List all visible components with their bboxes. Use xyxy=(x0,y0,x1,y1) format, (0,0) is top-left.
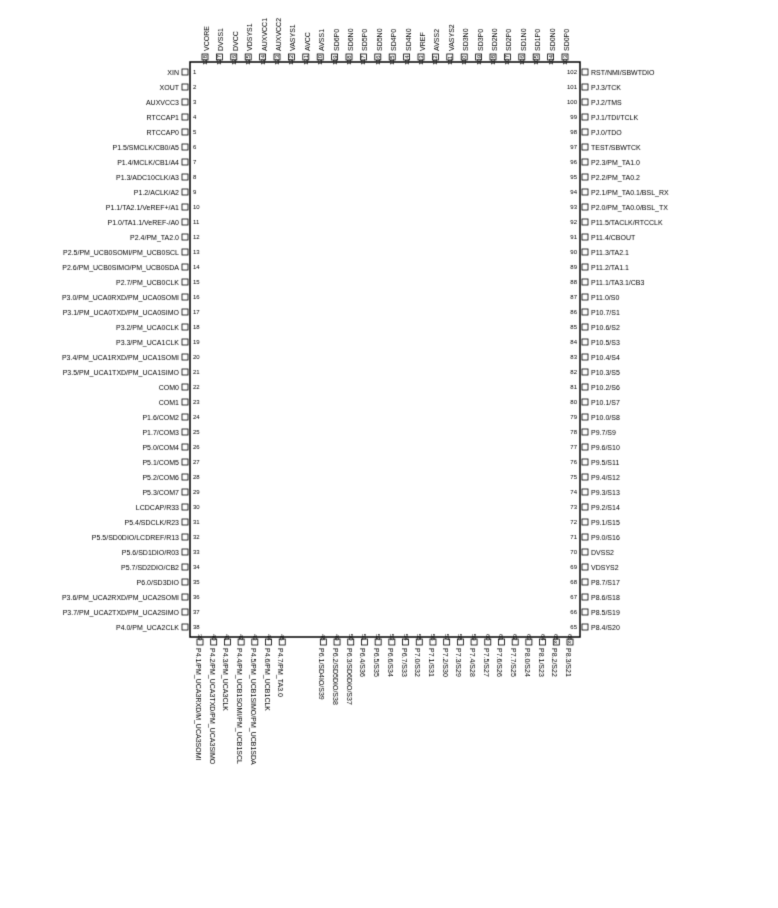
ic-diagram xyxy=(0,0,778,906)
